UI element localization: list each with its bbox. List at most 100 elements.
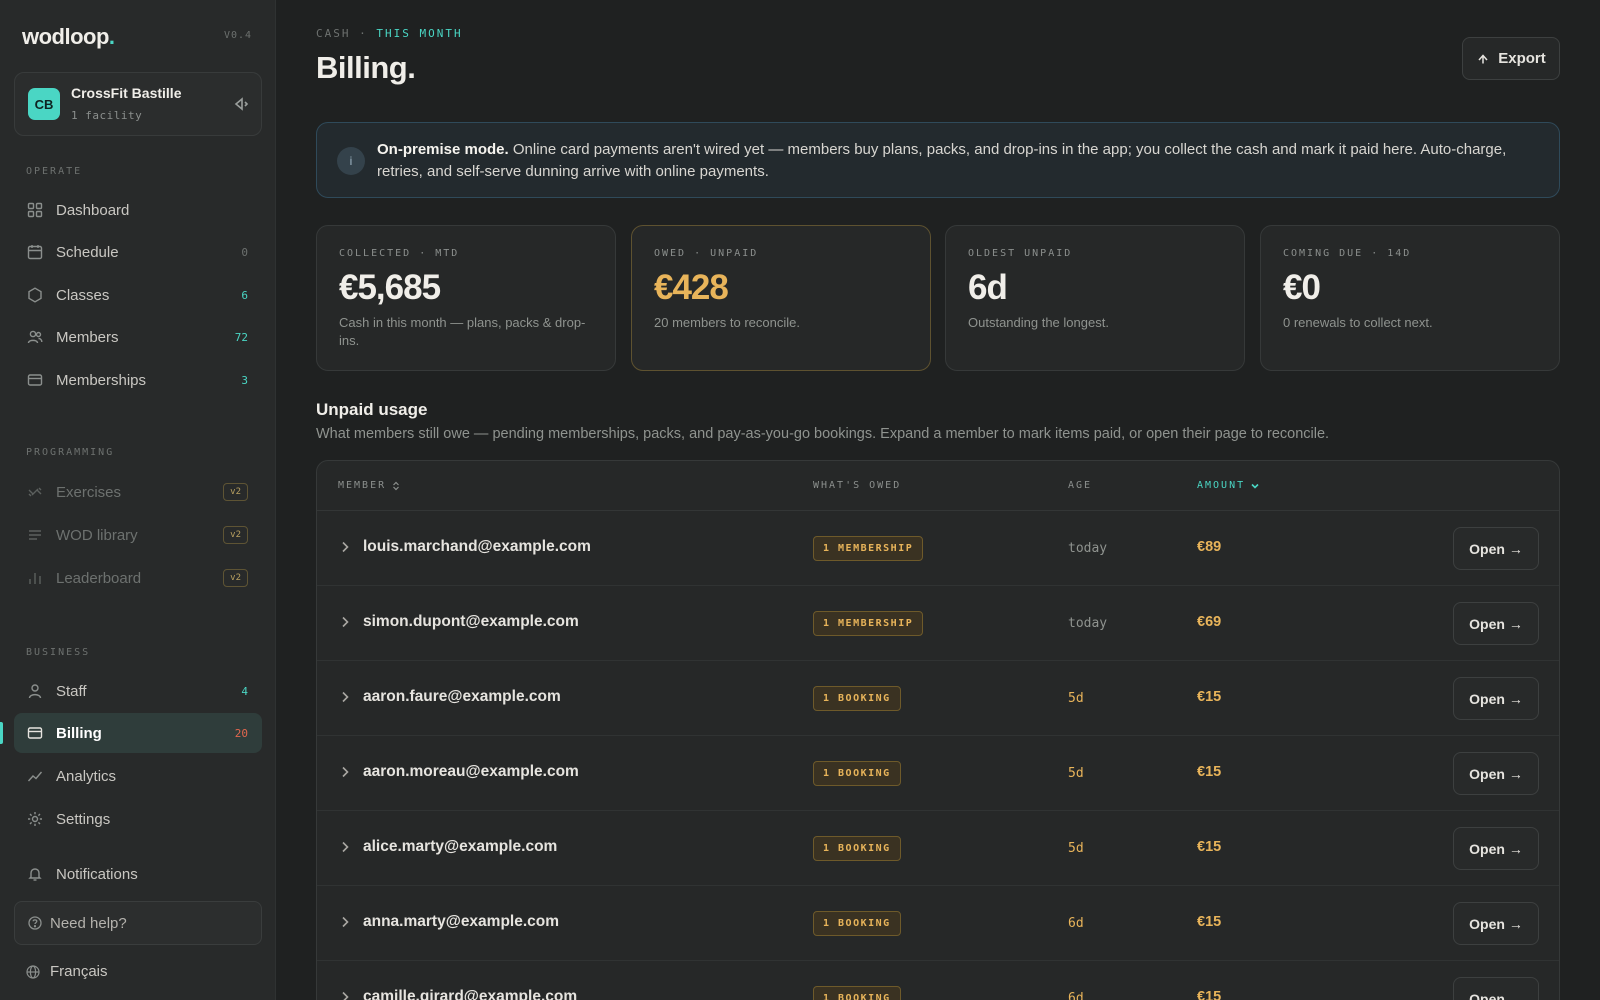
amount-value: €15 — [1197, 914, 1222, 930]
export-button[interactable]: Export — [1462, 37, 1560, 80]
info-banner-text: On-premise mode. Online card payments ar… — [377, 141, 1507, 180]
owed-badge: 1 MEMBERSHIP — [813, 536, 924, 561]
collapse-sidebar-icon[interactable] — [229, 93, 251, 115]
open-member-button[interactable]: Open → — [1453, 677, 1539, 720]
sidebar-item-count: 72 — [234, 330, 248, 344]
language-switcher[interactable]: Français — [26, 963, 108, 980]
sidebar-item-label: Notifications — [56, 865, 138, 883]
section-label-business: BUSINESS — [26, 647, 91, 658]
org-switcher[interactable]: CB CrossFit Bastille 1 facility — [14, 72, 262, 136]
gear-icon — [27, 811, 43, 827]
list-icon — [27, 527, 43, 543]
stat-description: Outstanding the longest. — [968, 315, 1109, 330]
user-icon — [27, 683, 43, 699]
stat-card-oldest-unpaid: OLDEST UNPAID 6d Outstanding the longest… — [945, 225, 1245, 371]
stat-description: 0 renewals to collect next. — [1283, 315, 1433, 330]
member-email: louis.marchand@example.com — [363, 538, 591, 555]
sidebar-item-members[interactable]: Members 72 — [14, 317, 262, 357]
stat-card-coming-due: COMING DUE · 14D €0 0 renewals to collec… — [1260, 225, 1560, 371]
version-tag: v2 — [223, 569, 248, 587]
users-icon — [27, 329, 43, 345]
sidebar-item-label: Classes — [56, 286, 110, 304]
open-member-button[interactable]: Open → — [1453, 752, 1539, 795]
open-member-button[interactable]: Open → — [1453, 527, 1539, 570]
table-row[interactable]: anna.marty@example.com 1 BOOKING 6d €15 Open… — [317, 886, 1559, 961]
sidebar-item-analytics[interactable]: Analytics — [14, 756, 262, 796]
table-row[interactable]: camille.girard@example.com 1 BOOKING 6d €15… — [317, 961, 1559, 1000]
table-row[interactable]: alice.marty@example.com 1 BOOKING 5d €15 Ope… — [317, 811, 1559, 886]
owed-badge: 1 BOOKING — [813, 911, 901, 936]
stat-description: 20 members to reconcile. — [654, 315, 800, 330]
stat-label: COLLECTED · MTD — [339, 248, 460, 259]
sidebar-item-count: 6 — [241, 288, 248, 302]
sidebar-item-settings[interactable]: Settings — [14, 799, 262, 839]
stat-label: OWED · UNPAID — [654, 248, 759, 259]
stat-label: OLDEST UNPAID — [968, 248, 1073, 259]
age-value: 5d — [1068, 841, 1084, 856]
chevron-right-icon[interactable] — [339, 690, 351, 704]
sidebar-item-label: Schedule — [56, 243, 119, 261]
sidebar-item-leaderboard[interactable]: Leaderboard v2 — [14, 558, 262, 598]
org-avatar: CB — [28, 88, 60, 120]
chevron-right-icon[interactable] — [339, 840, 351, 854]
open-member-button[interactable]: Open → — [1453, 902, 1539, 945]
stat-value: €5,685 — [339, 268, 441, 307]
age-value: 5d — [1068, 766, 1084, 781]
table-row[interactable]: aaron.faure@example.com 1 BOOKING 5d €15 Ope… — [317, 661, 1559, 736]
sidebar-item-count: 0 — [241, 245, 248, 259]
sidebar-item-dashboard[interactable]: Dashboard — [14, 190, 262, 230]
chevron-right-icon[interactable] — [339, 540, 351, 554]
column-header-amount[interactable]: AMOUNT — [1197, 480, 1260, 491]
amount-value: €69 — [1197, 614, 1222, 630]
sidebar-item-memberships[interactable]: Memberships 3 — [14, 360, 262, 400]
table-header: MEMBER WHAT'S OWED AGE AMOUNT — [317, 461, 1559, 511]
column-header-member[interactable]: MEMBER — [338, 480, 401, 491]
org-facility-count: 1 facility — [71, 109, 143, 122]
sidebar-item-wod-library[interactable]: WOD library v2 — [14, 515, 262, 555]
active-indicator — [0, 722, 3, 744]
amount-value: €15 — [1197, 764, 1222, 780]
help-circle-icon — [28, 916, 42, 930]
sidebar-item-exercises[interactable]: Exercises v2 — [14, 472, 262, 512]
amount-value: €15 — [1197, 839, 1222, 855]
chevron-right-icon[interactable] — [339, 765, 351, 779]
section-label-operate: OPERATE — [26, 166, 83, 177]
breadcrumb: CASH · THIS MONTH — [316, 27, 463, 40]
member-email: simon.dupont@example.com — [363, 613, 579, 630]
age-value: today — [1068, 616, 1108, 631]
sidebar-item-schedule[interactable]: Schedule 0 — [14, 232, 262, 272]
member-email: aaron.faure@example.com — [363, 688, 561, 705]
unpaid-table: MEMBER WHAT'S OWED AGE AMOUNT louis.marc… — [316, 460, 1560, 1000]
trend-icon — [27, 768, 43, 784]
info-icon: i — [337, 147, 365, 175]
calendar-icon — [27, 244, 43, 260]
sidebar-item-label: Billing — [56, 724, 102, 742]
open-member-button[interactable]: Open → — [1453, 977, 1539, 1000]
table-row[interactable]: aaron.moreau@example.com 1 BOOKING 5d €15 Op… — [317, 736, 1559, 811]
stat-card-owed: OWED · UNPAID €428 20 members to reconci… — [631, 225, 931, 371]
sidebar-item-billing[interactable]: Billing 20 — [14, 713, 262, 753]
amount-value: €15 — [1197, 989, 1222, 1000]
stat-value: €428 — [654, 268, 729, 307]
sidebar-item-notifications[interactable]: Notifications — [14, 854, 262, 894]
chevron-right-icon[interactable] — [339, 990, 351, 1000]
version-label: V0.4 — [224, 30, 253, 41]
help-button[interactable]: Need help? — [14, 901, 262, 945]
stat-value: 6d — [968, 268, 1008, 307]
table-row[interactable]: simon.dupont@example.com 1 MEMBERSHIP toda… — [317, 586, 1559, 661]
stat-description: Cash in this month — plans, packs & drop… — [339, 315, 586, 348]
chevron-right-icon[interactable] — [339, 615, 351, 629]
table-row[interactable]: louis.marchand@example.com 1 MEMBERSHIP to… — [317, 511, 1559, 586]
brand-logo[interactable]: wodloop. — [22, 24, 115, 50]
chevron-right-icon[interactable] — [339, 915, 351, 929]
open-member-button[interactable]: Open → — [1453, 827, 1539, 870]
sidebar-item-count: 3 — [241, 373, 248, 387]
stat-value: €0 — [1283, 268, 1321, 307]
open-member-button[interactable]: Open → — [1453, 602, 1539, 645]
dumbbell-icon — [27, 484, 43, 500]
sidebar-item-classes[interactable]: Classes 6 — [14, 275, 262, 315]
member-email: camille.girard@example.com — [363, 988, 578, 1000]
card-icon — [27, 725, 43, 741]
sidebar-item-staff[interactable]: Staff 4 — [14, 671, 262, 711]
bar-chart-icon — [27, 570, 43, 586]
